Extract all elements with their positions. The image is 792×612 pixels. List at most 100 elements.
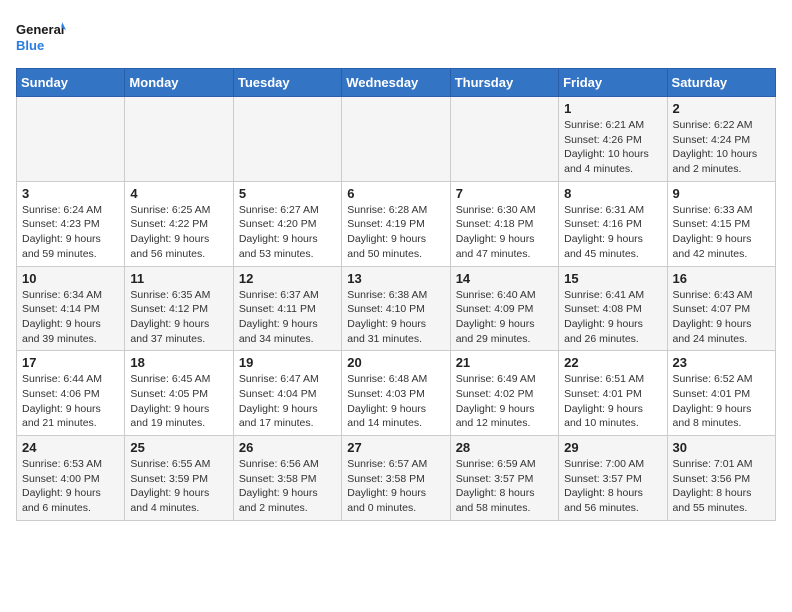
day-number: 28 (456, 440, 553, 455)
day-info: Sunrise: 6:59 AM Sunset: 3:57 PM Dayligh… (456, 457, 553, 516)
week-row-3: 10 Sunrise: 6:34 AM Sunset: 4:14 PM Dayli… (17, 266, 776, 351)
day-number: 8 (564, 186, 661, 201)
calendar-cell (450, 97, 558, 182)
day-number: 4 (130, 186, 227, 201)
calendar-cell: 5 Sunrise: 6:27 AM Sunset: 4:20 PM Daylig… (233, 181, 341, 266)
calendar-cell: 7 Sunrise: 6:30 AM Sunset: 4:18 PM Daylig… (450, 181, 558, 266)
logo: General Blue (16, 16, 66, 60)
day-info: Sunrise: 6:53 AM Sunset: 4:00 PM Dayligh… (22, 457, 119, 516)
day-header-friday: Friday (559, 69, 667, 97)
day-info: Sunrise: 6:28 AM Sunset: 4:19 PM Dayligh… (347, 203, 444, 262)
calendar-cell: 6 Sunrise: 6:28 AM Sunset: 4:19 PM Daylig… (342, 181, 450, 266)
day-number: 17 (22, 355, 119, 370)
day-info: Sunrise: 6:33 AM Sunset: 4:15 PM Dayligh… (673, 203, 770, 262)
calendar-cell: 25 Sunrise: 6:55 AM Sunset: 3:59 PM Dayli… (125, 436, 233, 521)
calendar-cell: 19 Sunrise: 6:47 AM Sunset: 4:04 PM Dayli… (233, 351, 341, 436)
calendar-cell: 15 Sunrise: 6:41 AM Sunset: 4:08 PM Dayli… (559, 266, 667, 351)
calendar-cell (233, 97, 341, 182)
calendar-cell (17, 97, 125, 182)
day-number: 1 (564, 101, 661, 116)
week-row-1: 1Sunrise: 6:21 AM Sunset: 4:26 PM Daylig… (17, 97, 776, 182)
day-info: Sunrise: 6:47 AM Sunset: 4:04 PM Dayligh… (239, 372, 336, 431)
calendar-cell: 21 Sunrise: 6:49 AM Sunset: 4:02 PM Dayli… (450, 351, 558, 436)
day-info: Sunrise: 6:27 AM Sunset: 4:20 PM Dayligh… (239, 203, 336, 262)
logo-svg: General Blue (16, 16, 66, 60)
day-info: Sunrise: 6:45 AM Sunset: 4:05 PM Dayligh… (130, 372, 227, 431)
day-info: Sunrise: 6:35 AM Sunset: 4:12 PM Dayligh… (130, 288, 227, 347)
calendar-cell: 14Sunrise: 6:40 AM Sunset: 4:09 PM Dayli… (450, 266, 558, 351)
day-info: Sunrise: 6:25 AM Sunset: 4:22 PM Dayligh… (130, 203, 227, 262)
day-info: Sunrise: 7:00 AM Sunset: 3:57 PM Dayligh… (564, 457, 661, 516)
day-info: Sunrise: 6:34 AM Sunset: 4:14 PM Dayligh… (22, 288, 119, 347)
day-header-monday: Monday (125, 69, 233, 97)
day-header-thursday: Thursday (450, 69, 558, 97)
day-number: 10 (22, 271, 119, 286)
day-number: 21 (456, 355, 553, 370)
day-number: 19 (239, 355, 336, 370)
day-number: 6 (347, 186, 444, 201)
day-info: Sunrise: 7:01 AM Sunset: 3:56 PM Dayligh… (673, 457, 770, 516)
calendar-cell: 26Sunrise: 6:56 AM Sunset: 3:58 PM Dayli… (233, 436, 341, 521)
calendar-cell: 3 Sunrise: 6:24 AM Sunset: 4:23 PM Daylig… (17, 181, 125, 266)
day-info: Sunrise: 6:56 AM Sunset: 3:58 PM Dayligh… (239, 457, 336, 516)
calendar-cell: 11 Sunrise: 6:35 AM Sunset: 4:12 PM Dayli… (125, 266, 233, 351)
calendar-cell: 22Sunrise: 6:51 AM Sunset: 4:01 PM Dayli… (559, 351, 667, 436)
calendar-cell: 12Sunrise: 6:37 AM Sunset: 4:11 PM Dayli… (233, 266, 341, 351)
day-info: Sunrise: 6:24 AM Sunset: 4:23 PM Dayligh… (22, 203, 119, 262)
day-info: Sunrise: 6:22 AM Sunset: 4:24 PM Dayligh… (673, 118, 770, 177)
day-header-sunday: Sunday (17, 69, 125, 97)
day-number: 3 (22, 186, 119, 201)
day-info: Sunrise: 6:38 AM Sunset: 4:10 PM Dayligh… (347, 288, 444, 347)
svg-text:General: General (16, 22, 64, 37)
day-number: 24 (22, 440, 119, 455)
day-number: 7 (456, 186, 553, 201)
week-row-4: 17 Sunrise: 6:44 AM Sunset: 4:06 PM Dayli… (17, 351, 776, 436)
day-info: Sunrise: 6:41 AM Sunset: 4:08 PM Dayligh… (564, 288, 661, 347)
day-number: 27 (347, 440, 444, 455)
day-number: 18 (130, 355, 227, 370)
day-info: Sunrise: 6:49 AM Sunset: 4:02 PM Dayligh… (456, 372, 553, 431)
day-info: Sunrise: 6:55 AM Sunset: 3:59 PM Dayligh… (130, 457, 227, 516)
calendar-cell: 9 Sunrise: 6:33 AM Sunset: 4:15 PM Daylig… (667, 181, 775, 266)
calendar-cell (125, 97, 233, 182)
day-number: 14 (456, 271, 553, 286)
day-header-wednesday: Wednesday (342, 69, 450, 97)
calendar-cell: 8 Sunrise: 6:31 AM Sunset: 4:16 PM Daylig… (559, 181, 667, 266)
day-number: 15 (564, 271, 661, 286)
calendar-cell: 30 Sunrise: 7:01 AM Sunset: 3:56 PM Dayli… (667, 436, 775, 521)
calendar-cell: 20Sunrise: 6:48 AM Sunset: 4:03 PM Dayli… (342, 351, 450, 436)
calendar-cell: 4 Sunrise: 6:25 AM Sunset: 4:22 PM Daylig… (125, 181, 233, 266)
calendar-cell: 18 Sunrise: 6:45 AM Sunset: 4:05 PM Dayli… (125, 351, 233, 436)
day-info: Sunrise: 6:44 AM Sunset: 4:06 PM Dayligh… (22, 372, 119, 431)
day-info: Sunrise: 6:30 AM Sunset: 4:18 PM Dayligh… (456, 203, 553, 262)
week-row-2: 3 Sunrise: 6:24 AM Sunset: 4:23 PM Daylig… (17, 181, 776, 266)
day-header-saturday: Saturday (667, 69, 775, 97)
calendar-cell: 2Sunrise: 6:22 AM Sunset: 4:24 PM Daylig… (667, 97, 775, 182)
day-number: 30 (673, 440, 770, 455)
calendar-cell: 27Sunrise: 6:57 AM Sunset: 3:58 PM Dayli… (342, 436, 450, 521)
calendar-cell: 24 Sunrise: 6:53 AM Sunset: 4:00 PM Dayli… (17, 436, 125, 521)
day-number: 5 (239, 186, 336, 201)
day-number: 12 (239, 271, 336, 286)
day-number: 29 (564, 440, 661, 455)
week-row-5: 24 Sunrise: 6:53 AM Sunset: 4:00 PM Dayli… (17, 436, 776, 521)
calendar-cell: 17 Sunrise: 6:44 AM Sunset: 4:06 PM Dayli… (17, 351, 125, 436)
calendar-cell: 23Sunrise: 6:52 AM Sunset: 4:01 PM Dayli… (667, 351, 775, 436)
calendar-cell: 1Sunrise: 6:21 AM Sunset: 4:26 PM Daylig… (559, 97, 667, 182)
calendar-header-row: SundayMondayTuesdayWednesdayThursdayFrid… (17, 69, 776, 97)
calendar-cell: 13Sunrise: 6:38 AM Sunset: 4:10 PM Dayli… (342, 266, 450, 351)
calendar-cell: 29 Sunrise: 7:00 AM Sunset: 3:57 PM Dayli… (559, 436, 667, 521)
day-number: 25 (130, 440, 227, 455)
calendar-table: SundayMondayTuesdayWednesdayThursdayFrid… (16, 68, 776, 521)
day-header-tuesday: Tuesday (233, 69, 341, 97)
page-header: General Blue (16, 16, 776, 60)
day-info: Sunrise: 6:43 AM Sunset: 4:07 PM Dayligh… (673, 288, 770, 347)
svg-text:Blue: Blue (16, 38, 44, 53)
calendar-cell (342, 97, 450, 182)
day-number: 9 (673, 186, 770, 201)
day-info: Sunrise: 6:51 AM Sunset: 4:01 PM Dayligh… (564, 372, 661, 431)
day-number: 20 (347, 355, 444, 370)
day-info: Sunrise: 6:31 AM Sunset: 4:16 PM Dayligh… (564, 203, 661, 262)
day-number: 11 (130, 271, 227, 286)
calendar-cell: 28 Sunrise: 6:59 AM Sunset: 3:57 PM Dayli… (450, 436, 558, 521)
